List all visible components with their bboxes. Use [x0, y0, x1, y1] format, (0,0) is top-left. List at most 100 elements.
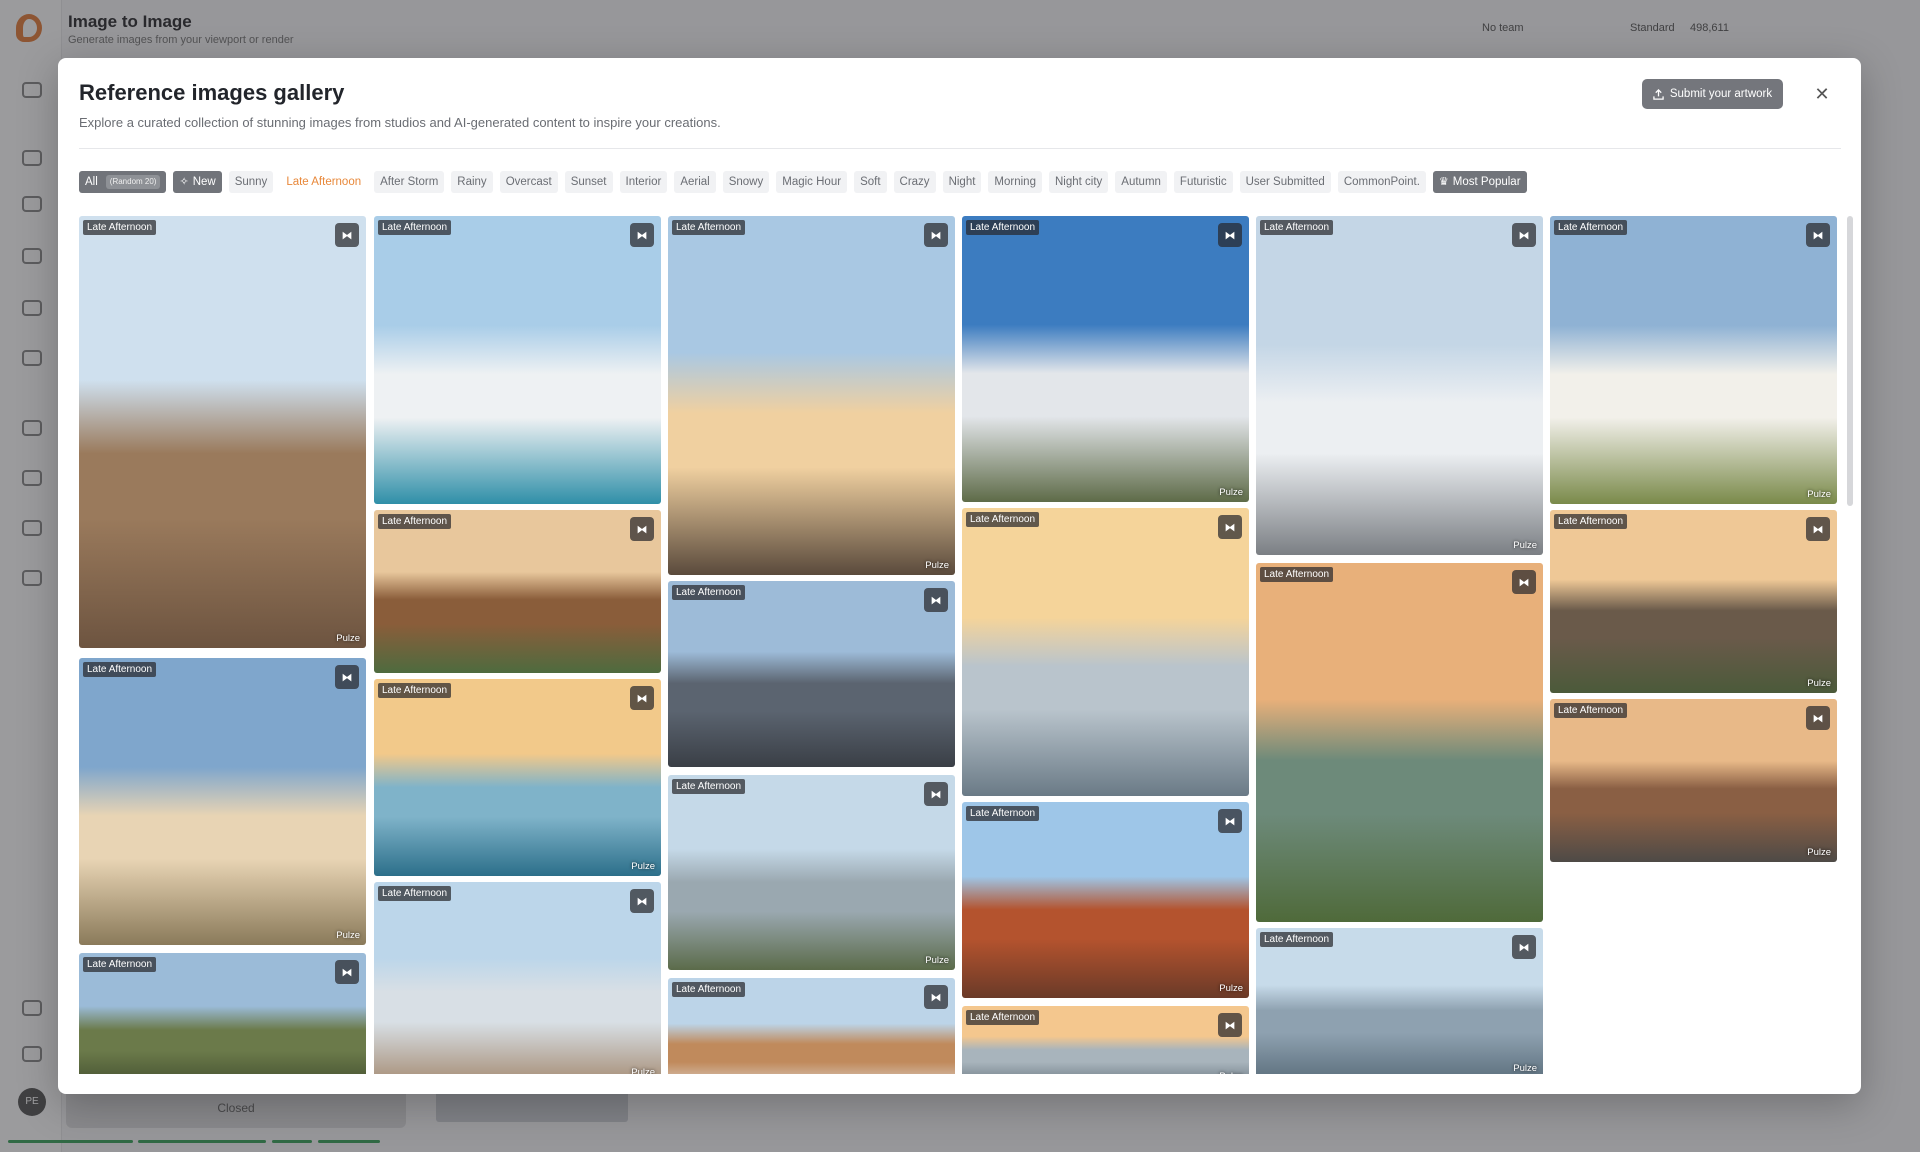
- filter-interior[interactable]: Interior: [619, 171, 668, 193]
- reference-image: [962, 508, 1249, 796]
- reference-image: [1550, 699, 1837, 862]
- filter-sunny[interactable]: Sunny: [228, 171, 274, 193]
- gallery-card[interactable]: Late Afternoon⧓Brick Visual: [668, 978, 955, 1074]
- image-credit: Pulze: [336, 633, 360, 644]
- filter-night-city[interactable]: Night city: [1048, 171, 1109, 193]
- gallery-card[interactable]: Late Afternoon ⧓: [374, 216, 661, 504]
- gallery-card[interactable]: Late Afternoon ⧓ Pulze: [79, 216, 366, 648]
- image-credit: Pulze: [925, 955, 949, 966]
- image-credit: Pulze: [336, 930, 360, 941]
- filter-rainy[interactable]: Rainy: [451, 171, 493, 193]
- category-label: Late Afternoon: [672, 982, 746, 997]
- image-credit: Pulze: [1219, 1071, 1243, 1074]
- filter-sunset[interactable]: Sunset: [564, 171, 613, 193]
- filter-new[interactable]: ✧ New: [173, 171, 222, 193]
- gallery-card[interactable]: Late Afternoon ⧓ Pulze: [962, 1006, 1249, 1074]
- reference-image: [1550, 216, 1837, 504]
- gallery-card[interactable]: Late Afternoon ⧓: [374, 510, 661, 673]
- category-label: Late Afternoon: [966, 1010, 1040, 1025]
- compare-icon[interactable]: ⧓: [335, 665, 359, 689]
- filter-after-storm[interactable]: After Storm: [374, 171, 445, 193]
- modal-title: Reference images gallery: [79, 80, 345, 105]
- compare-icon[interactable]: ⧓: [630, 517, 654, 541]
- gallery-card[interactable]: Late Afternoon ⧓ Pulze: [1550, 699, 1837, 862]
- filter-futuristic[interactable]: Futuristic: [1173, 171, 1233, 193]
- reference-image: [79, 658, 366, 945]
- category-label: Late Afternoon: [966, 220, 1040, 235]
- gallery-card[interactable]: Late Afternoon ⧓: [79, 953, 366, 1074]
- reference-image: [962, 216, 1249, 502]
- compare-icon[interactable]: ⧓: [1512, 570, 1536, 594]
- header-divider: [79, 148, 1841, 149]
- image-credit: Pulze: [1807, 847, 1831, 858]
- compare-icon[interactable]: ⧓: [630, 223, 654, 247]
- filter-night[interactable]: Night: [942, 171, 982, 193]
- filter-soft[interactable]: Soft: [854, 171, 887, 193]
- filter-morning[interactable]: Morning: [988, 171, 1042, 193]
- compare-icon[interactable]: ⧓: [630, 889, 654, 913]
- reference-image: [79, 216, 366, 648]
- category-label: Late Afternoon: [672, 220, 746, 235]
- filter-all[interactable]: All (Random 20): [79, 171, 167, 193]
- compare-icon[interactable]: ⧓: [335, 223, 359, 247]
- gallery-card[interactable]: Late Afternoon ⧓ Pulze: [962, 802, 1249, 998]
- compare-icon[interactable]: ⧓: [1218, 515, 1242, 539]
- gallery-card[interactable]: Late Afternoon ⧓ Pulze: [668, 775, 955, 970]
- filter-crazy[interactable]: Crazy: [893, 171, 936, 193]
- compare-icon[interactable]: ⧓: [924, 985, 948, 1009]
- compare-icon[interactable]: ⧓: [1218, 1013, 1242, 1037]
- upload-icon: [1653, 88, 1664, 100]
- gallery-card[interactable]: Late Afternoon ⧓ Pulze: [79, 658, 366, 945]
- compare-icon[interactable]: ⧓: [924, 588, 948, 612]
- filter-commonpoint[interactable]: CommonPoint.: [1337, 171, 1426, 193]
- compare-icon[interactable]: ⧓: [335, 960, 359, 984]
- gallery-card[interactable]: Late Afternoon ⧓ Pulze: [374, 679, 661, 876]
- compare-icon[interactable]: ⧓: [1512, 935, 1536, 959]
- category-label: Late Afternoon: [1554, 514, 1628, 529]
- compare-icon[interactable]: ⧓: [1806, 517, 1830, 541]
- gallery-card[interactable]: Late Afternoon ⧓: [1256, 563, 1543, 922]
- filter-overcast[interactable]: Overcast: [499, 171, 558, 193]
- compare-icon[interactable]: ⧓: [1218, 223, 1242, 247]
- filter-late-afternoon[interactable]: Late Afternoon: [280, 171, 367, 193]
- filter-aerial[interactable]: Aerial: [674, 171, 716, 193]
- reference-image: [668, 775, 955, 970]
- gallery-card[interactable]: Late Afternoon ⧓ Pulze: [1550, 216, 1837, 504]
- compare-icon[interactable]: ⧓: [1806, 706, 1830, 730]
- reference-image: [962, 802, 1249, 998]
- compare-icon[interactable]: ⧓: [630, 686, 654, 710]
- gallery-card[interactable]: Late Afternoon ⧓ Pulze: [1256, 216, 1543, 555]
- compare-icon[interactable]: ⧓: [924, 782, 948, 806]
- image-credit: Pulze: [1219, 487, 1243, 498]
- compare-icon[interactable]: ⧓: [1512, 223, 1536, 247]
- gallery-card[interactable]: Late Afternoon ⧓ Pulze: [374, 882, 661, 1074]
- filter-autumn[interactable]: Autumn: [1115, 171, 1167, 193]
- gallery-card[interactable]: Late Afternoon ⧓: [668, 581, 955, 767]
- image-credit: Pulze: [1513, 1063, 1537, 1074]
- compare-icon[interactable]: ⧓: [924, 223, 948, 247]
- gallery-card[interactable]: Late Afternoon ⧓ Pulze: [668, 216, 955, 575]
- filter-bar: All (Random 20) ✧ New Sunny Late Afternoo…: [79, 171, 1527, 193]
- gallery-card[interactable]: Late Afternoon ⧓ Pulze: [1550, 510, 1837, 693]
- compare-icon[interactable]: ⧓: [1218, 809, 1242, 833]
- category-label: Late Afternoon: [378, 514, 452, 529]
- gallery-scrollbar[interactable]: [1847, 216, 1853, 506]
- reference-image: [1256, 216, 1543, 555]
- filter-snowy[interactable]: Snowy: [722, 171, 770, 193]
- gallery-card[interactable]: Late Afternoon ⧓: [962, 508, 1249, 796]
- submit-artwork-button[interactable]: Submit your artwork: [1642, 79, 1783, 109]
- filter-all-label: All: [85, 176, 98, 188]
- reference-image: [374, 216, 661, 504]
- close-icon[interactable]: ✕: [1811, 83, 1833, 105]
- image-credit: Pulze: [1807, 489, 1831, 500]
- reference-image: [1550, 510, 1837, 693]
- compare-icon[interactable]: ⧓: [1806, 223, 1830, 247]
- filter-most-popular[interactable]: ♛ Most Popular: [1432, 171, 1527, 193]
- sparkle-icon: ✧: [179, 176, 189, 188]
- gallery-card[interactable]: Late Afternoon ⧓ Pulze: [1256, 928, 1543, 1074]
- gallery-card[interactable]: Late Afternoon ⧓ Pulze: [962, 216, 1249, 502]
- filter-user-submitted[interactable]: User Submitted: [1239, 171, 1331, 193]
- reference-image: [668, 581, 955, 767]
- reference-image: [1256, 563, 1543, 922]
- filter-magic-hour[interactable]: Magic Hour: [776, 171, 848, 193]
